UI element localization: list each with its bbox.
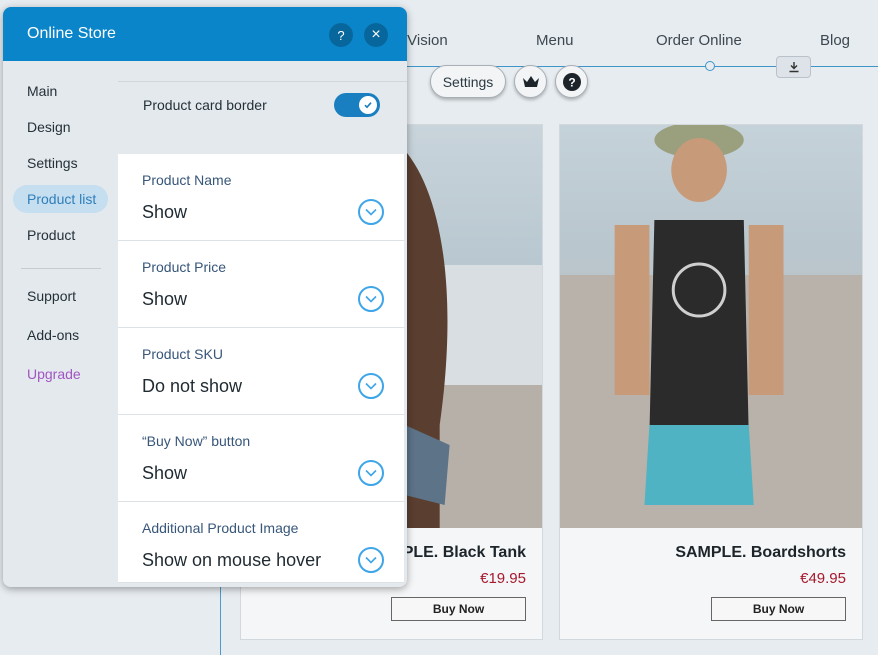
close-icon[interactable]: ×	[364, 23, 388, 47]
sidebar-item-product-list[interactable]: Product list	[13, 185, 108, 213]
buy-now-button-dropdown[interactable]: “Buy Now” button Show	[118, 415, 404, 502]
chevron-down-icon[interactable]	[358, 547, 384, 573]
element-toolbar: Settings ?	[430, 65, 588, 98]
sidebar-item-support[interactable]: Support	[13, 282, 76, 310]
chevron-down-icon[interactable]	[358, 460, 384, 486]
dropdown-value[interactable]: Show	[142, 289, 187, 310]
toggle-label: Product card border	[143, 97, 267, 113]
chevron-down-icon[interactable]	[358, 199, 384, 225]
sidebar-item-upgrade[interactable]: Upgrade	[13, 360, 81, 388]
product-title[interactable]: PLE. Black Tank	[403, 544, 526, 562]
dropdown-value[interactable]: Show on mouse hover	[142, 550, 321, 571]
panel-content: Product card border Product Name Show Pr…	[118, 61, 407, 587]
nav-item-blog[interactable]: Blog	[820, 32, 850, 49]
crown-icon[interactable]	[514, 65, 547, 98]
buy-now-button[interactable]: Buy Now	[391, 597, 526, 621]
nav-item-order-online[interactable]: Order Online	[656, 32, 742, 49]
check-icon	[359, 96, 377, 114]
sidebar-item-add-ons[interactable]: Add-ons	[13, 321, 79, 349]
nav-anchor-dot[interactable]	[705, 61, 715, 71]
dropdown-label: Additional Product Image	[142, 520, 299, 536]
panel-sidebar: Main Design Settings Product list Produc…	[3, 61, 118, 587]
product-name-dropdown[interactable]: Product Name Show	[118, 154, 404, 241]
sidebar-item-main[interactable]: Main	[13, 77, 57, 105]
product-card-border-row: Product card border	[118, 81, 407, 154]
help-icon[interactable]: ?	[555, 65, 588, 98]
settings-button[interactable]: Settings	[430, 65, 506, 98]
dropdown-label: “Buy Now” button	[142, 433, 251, 449]
online-store-panel: Online Store ? × Main Design Settings Pr…	[3, 7, 407, 587]
product-card[interactable]: SAMPLE. Boardshorts €49.95 Buy Now	[559, 124, 863, 640]
buy-now-button[interactable]: Buy Now	[711, 597, 846, 621]
product-card-border-toggle[interactable]	[334, 93, 380, 117]
nav-item-menu[interactable]: Menu	[536, 32, 574, 49]
product-title[interactable]: SAMPLE. Boardshorts	[675, 544, 846, 562]
product-price: €49.95	[800, 570, 846, 587]
dropdown-value[interactable]: Show	[142, 202, 187, 223]
chevron-down-icon[interactable]	[358, 286, 384, 312]
product-price: €19.95	[480, 570, 526, 587]
download-icon[interactable]	[776, 56, 811, 78]
svg-text:?: ?	[568, 75, 575, 89]
product-sku-dropdown[interactable]: Product SKU Do not show	[118, 328, 404, 415]
help-icon[interactable]: ?	[329, 23, 353, 47]
panel-header[interactable]: Online Store ? ×	[3, 7, 407, 61]
sidebar-item-design[interactable]: Design	[13, 113, 71, 141]
additional-product-image-dropdown[interactable]: Additional Product Image Show on mouse h…	[118, 502, 404, 583]
dropdown-label: Product Price	[142, 259, 227, 275]
panel-title: Online Store	[27, 25, 116, 42]
sidebar-item-product[interactable]: Product	[13, 221, 75, 249]
sidebar-item-settings[interactable]: Settings	[13, 149, 78, 177]
dropdown-label: Product Name	[142, 172, 232, 188]
sidebar-divider	[21, 268, 101, 269]
dropdown-value[interactable]: Show	[142, 463, 187, 484]
dropdown-label: Product SKU	[142, 346, 223, 362]
dropdown-value[interactable]: Do not show	[142, 376, 242, 397]
product-image	[560, 125, 862, 528]
product-price-dropdown[interactable]: Product Price Show	[118, 241, 404, 328]
chevron-down-icon[interactable]	[358, 373, 384, 399]
